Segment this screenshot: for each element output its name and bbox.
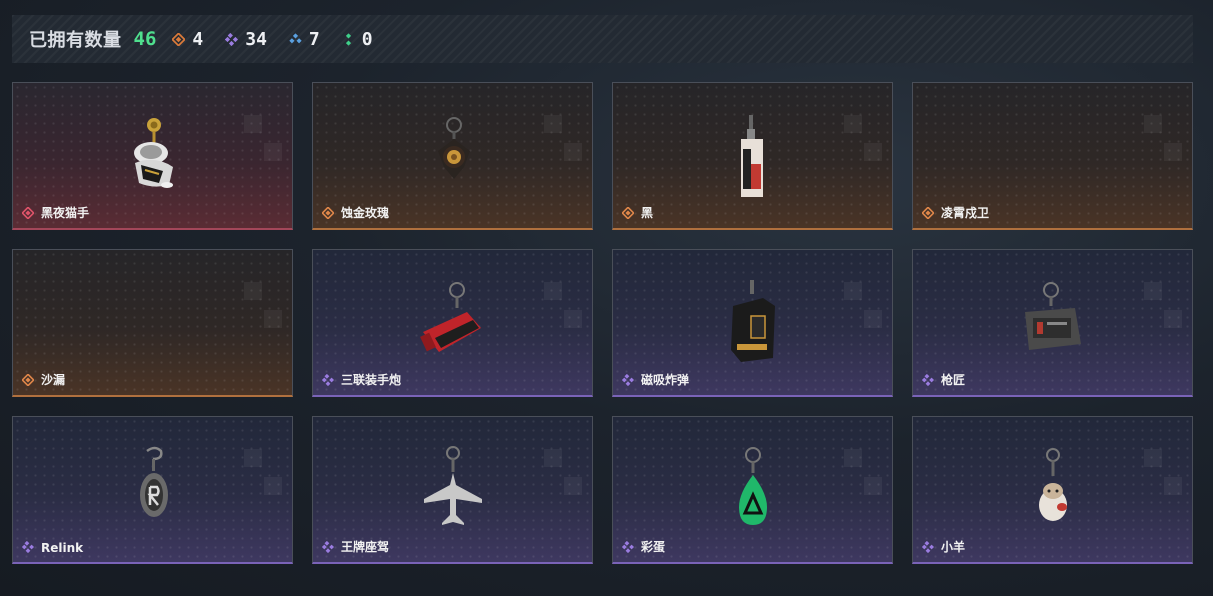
stat-orange-value: 4 (192, 28, 204, 50)
purple-rank-icon (922, 541, 934, 553)
orange-diamond-icon (172, 32, 186, 46)
green-diamond-icon (342, 32, 355, 46)
charm-name: 三联装手炮 (341, 373, 402, 387)
charm-name: 黑 (641, 206, 654, 220)
charm-card[interactable]: 枪匠 (912, 249, 1193, 397)
stat-orange: 4 (172, 29, 203, 50)
charm-name: Relink (41, 541, 84, 555)
owned-count-value: 46 (133, 28, 157, 50)
charm-card[interactable]: 黑 (612, 82, 893, 230)
charm-name: 王牌座驾 (341, 540, 390, 554)
stat-purple: 34 (225, 29, 267, 50)
charm-name: 枪匠 (941, 373, 966, 387)
purple-rank-icon (922, 374, 934, 386)
charm-card[interactable]: 王牌座驾 (312, 416, 593, 564)
stat-blue-value: 7 (308, 28, 320, 50)
stat-green-value: 0 (361, 28, 373, 50)
charm-name: 磁吸炸弹 (641, 373, 690, 387)
charm-card[interactable]: 三联装手炮 (312, 249, 593, 397)
charm-card[interactable]: 凌霄戍卫 (912, 82, 1193, 230)
charm-name: 凌霄戍卫 (941, 206, 990, 220)
charm-name: 黑夜猫手 (41, 206, 90, 220)
card-charm-art (613, 83, 892, 228)
charm-card[interactable]: 磁吸炸弹 (612, 249, 893, 397)
charm-card[interactable]: 黑夜猫手 (12, 82, 293, 230)
orange-rank-icon (922, 207, 934, 219)
charm-card[interactable]: 小羊 (912, 416, 1193, 564)
orange-rank-icon (22, 374, 34, 386)
charm-name: 彩蛋 (641, 540, 666, 554)
orange-rank-icon (622, 207, 634, 219)
charm-card[interactable]: 沙漏 (12, 249, 293, 397)
purple-diamond-icon (225, 32, 239, 46)
charm-name: 蚀金玫瑰 (341, 206, 390, 220)
stat-blue: 7 (289, 29, 320, 50)
purple-rank-icon (22, 541, 34, 553)
purple-rank-icon (622, 374, 634, 386)
stat-green: 0 (342, 29, 373, 50)
charm-card[interactable]: Relink (12, 416, 293, 564)
purple-rank-icon (322, 374, 334, 386)
stat-purple-value: 34 (245, 28, 267, 50)
charm-name: 沙漏 (41, 373, 66, 387)
red-rank-icon (22, 207, 34, 219)
collection-header: 已拥有数量 46 4 34 7 0 (12, 15, 1193, 63)
blue-diamond-icon (289, 32, 302, 46)
owned-count-label: 已拥有数量 (29, 30, 122, 51)
orange-rank-icon (322, 207, 334, 219)
charm-grid: 黑夜猫手 蚀金玫瑰 黑 凌霄戍卫 沙漏 三联装手炮 磁吸炸弹 枪匠 Relink… (12, 82, 1193, 564)
charm-card[interactable]: 彩蛋 (612, 416, 893, 564)
purple-rank-icon (622, 541, 634, 553)
charm-card[interactable]: 蚀金玫瑰 (312, 82, 593, 230)
purple-rank-icon (322, 541, 334, 553)
charm-name: 小羊 (941, 540, 966, 554)
